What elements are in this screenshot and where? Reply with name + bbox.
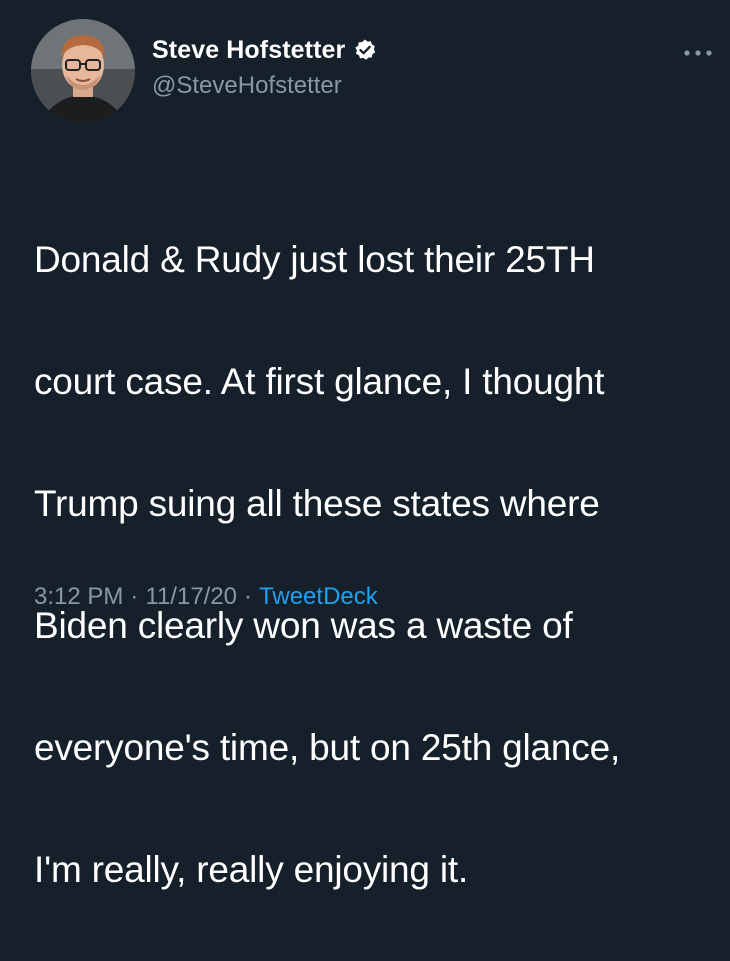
tweet-meta: 3:12 PM · 11/17/20 · TweetDeck [34, 583, 378, 611]
tweet-time[interactable]: 3:12 PM [34, 583, 123, 611]
tweet-source-link[interactable]: TweetDeck [259, 583, 378, 611]
verified-badge-icon [353, 38, 377, 62]
tweet-text-line: court case. At first glance, I thought [34, 361, 605, 402]
meta-separator: · [130, 583, 139, 610]
tweet-card: Steve Hofstetter @SteveHofstetter Donald… [0, 0, 730, 890]
tweet-text: Donald & Rudy just lost their 25TH court… [34, 168, 714, 961]
user-info: Steve Hofstetter @SteveHofstetter [152, 34, 377, 100]
meta-separator: · [244, 583, 253, 610]
tweet-text-line: everyone's time, but on 25th glance, [34, 727, 621, 768]
name-row: Steve Hofstetter [152, 34, 377, 66]
display-name[interactable]: Steve Hofstetter [152, 36, 345, 65]
tweet-date[interactable]: 11/17/20 [145, 583, 237, 611]
avatar[interactable] [31, 19, 135, 123]
tweet-text-line: Donald & Rudy just lost their 25TH [34, 239, 595, 280]
tweet-text-line: I'm really, really enjoying it. [34, 849, 469, 890]
avatar-portrait [31, 19, 135, 123]
tweet-text-line: Trump suing all these states where [34, 483, 600, 524]
user-handle[interactable]: @SteveHofstetter [152, 72, 377, 100]
more-options-icon[interactable] [681, 46, 715, 60]
